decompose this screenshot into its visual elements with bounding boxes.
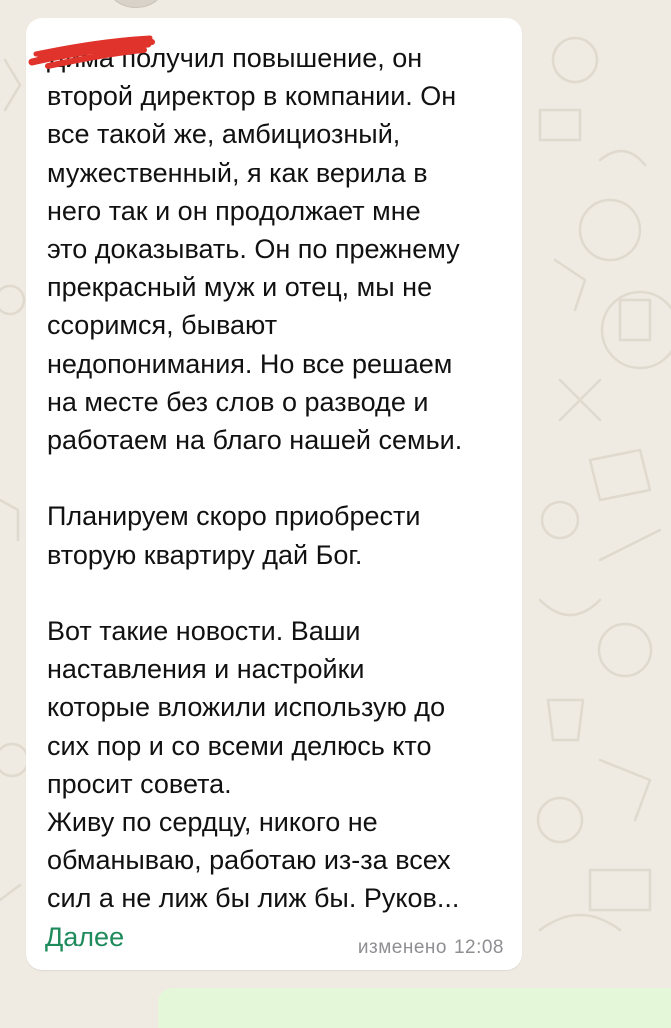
message-bubble[interactable]: Дима получил повышение, он второй директ…: [26, 18, 522, 970]
edited-label: изменено: [357, 937, 447, 958]
message-text: Дима получил повышение, он второй директ…: [47, 43, 463, 914]
outgoing-message-bubble[interactable]: [158, 988, 671, 1028]
message-meta: изменено 12:08: [358, 937, 504, 959]
redaction-scribble: [28, 35, 155, 69]
message-time: 12:08: [453, 937, 504, 958]
read-more-link[interactable]: Далее: [45, 922, 124, 953]
